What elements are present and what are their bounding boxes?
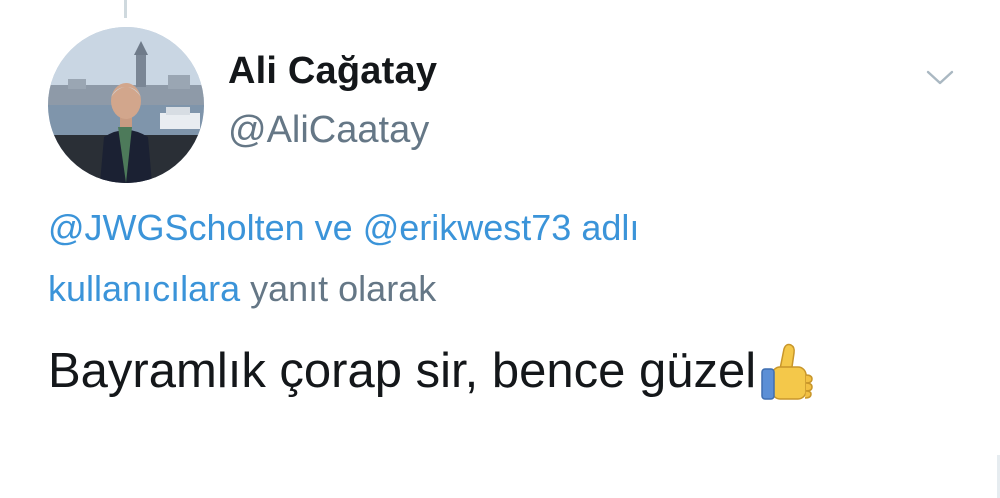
- chevron-down-icon[interactable]: [925, 68, 955, 88]
- tweet-text: Bayramlık çorap sir, bence güzel: [48, 344, 757, 398]
- avatar-photo: [48, 27, 204, 183]
- tweet-body: Bayramlık çorap sir, bence güzel: [48, 341, 816, 400]
- reply-context-line-2: kullanıcılara yanıt olarak: [48, 268, 436, 310]
- thumbs-up-icon: [761, 343, 813, 400]
- avatar[interactable]: [48, 27, 204, 183]
- reply-context-line-1: @JWGScholten ve @erikwest73 adlı: [48, 207, 639, 249]
- mention-jwgscholten[interactable]: @JWGScholten: [48, 207, 305, 248]
- reply-link-word-1[interactable]: adlı: [581, 207, 639, 248]
- author-name[interactable]: Ali Cağatay: [228, 50, 437, 93]
- reply-link-word-2[interactable]: kullanıcılara: [48, 268, 240, 309]
- reply-connector[interactable]: ve: [315, 207, 353, 248]
- thread-connector-line: [124, 0, 127, 18]
- mention-erikwest73[interactable]: @erikwest73: [363, 207, 572, 248]
- reply-suffix: yanıt olarak: [250, 268, 437, 309]
- author-handle[interactable]: @AliCaatay: [228, 109, 429, 152]
